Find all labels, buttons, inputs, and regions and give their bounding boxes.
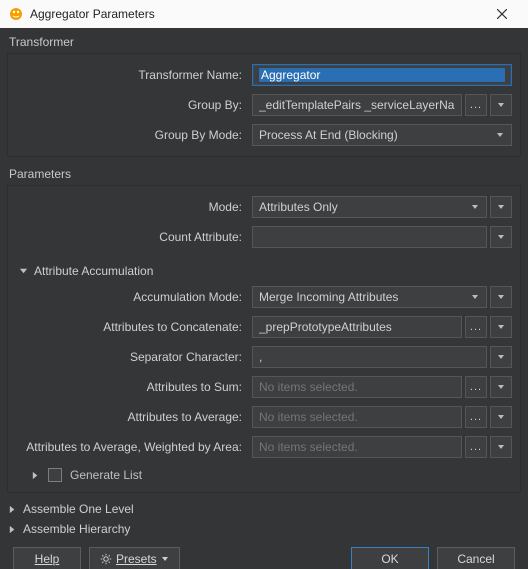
- label-group-by: Group By:: [16, 98, 252, 112]
- row-accum-mode: Accumulation Mode: Merge Incoming Attrib…: [16, 284, 512, 310]
- concat-input-field[interactable]: [259, 320, 455, 334]
- expand-icon[interactable]: [30, 470, 40, 480]
- sum-menu-button[interactable]: [490, 376, 512, 398]
- row-avg: Attributes to Average: ...: [16, 404, 512, 430]
- mode-value: Attributes Only: [259, 200, 338, 214]
- transformer-panel-title: Transformer: [7, 33, 521, 53]
- avg-input[interactable]: [252, 406, 462, 428]
- app-icon: [8, 6, 24, 22]
- label-sep: Separator Character:: [16, 350, 252, 364]
- row-concat: Attributes to Concatenate: ...: [16, 314, 512, 340]
- expand-icon: [7, 504, 17, 514]
- help-button[interactable]: Help: [13, 547, 81, 569]
- row-sep: Separator Character:: [16, 344, 512, 370]
- chevron-down-icon: [161, 555, 169, 563]
- section-attribute-accumulation[interactable]: Attribute Accumulation: [16, 260, 512, 284]
- avg-area-input[interactable]: [252, 436, 462, 458]
- chevron-down-icon: [470, 203, 480, 211]
- row-count-attr: Count Attribute:: [16, 224, 512, 250]
- sep-input-field[interactable]: [259, 350, 480, 364]
- accum-mode-value: Merge Incoming Attributes: [259, 290, 398, 304]
- sep-input[interactable]: [252, 346, 487, 368]
- row-group-by-mode: Group By Mode: Process At End (Blocking): [16, 122, 512, 148]
- label-avg-area: Attributes to Average, Weighted by Area:: [16, 440, 252, 454]
- titlebar: Aggregator Parameters: [0, 0, 528, 28]
- sum-input[interactable]: [252, 376, 462, 398]
- transformer-panel: Transformer Transformer Name: Group By:: [7, 33, 521, 157]
- mode-select[interactable]: Attributes Only: [252, 196, 487, 218]
- count-attr-menu-button[interactable]: [490, 226, 512, 248]
- generate-list-checkbox[interactable]: [48, 468, 62, 482]
- presets-button-label: Presets: [116, 552, 157, 566]
- window-title: Aggregator Parameters: [30, 7, 484, 21]
- mode-menu-button[interactable]: [490, 196, 512, 218]
- label-count-attr: Count Attribute:: [16, 230, 252, 244]
- row-transformer-name: Transformer Name:: [16, 62, 512, 88]
- label-sum: Attributes to Sum:: [16, 380, 252, 394]
- client-area: Transformer Transformer Name: Group By:: [0, 28, 528, 569]
- expand-icon: [7, 524, 17, 534]
- dialog-footer: Help Presets OK Cancel: [3, 539, 525, 569]
- group-by-browse-button[interactable]: ...: [465, 94, 487, 116]
- chevron-down-icon: [495, 131, 505, 139]
- parameters-panel-body: Mode: Attributes Only Count Attribute:: [7, 185, 521, 493]
- label-mode: Mode:: [16, 200, 252, 214]
- cancel-button[interactable]: Cancel: [437, 547, 515, 569]
- dialog-window: Aggregator Parameters Transformer Transf…: [0, 0, 528, 569]
- concat-input[interactable]: [252, 316, 462, 338]
- row-generate-list: Generate List: [16, 464, 512, 484]
- sum-input-field[interactable]: [259, 380, 455, 394]
- label-avg: Attributes to Average:: [16, 410, 252, 424]
- avg-area-browse-button[interactable]: ...: [465, 436, 487, 458]
- generate-list-label: Generate List: [70, 468, 142, 482]
- avg-browse-button[interactable]: ...: [465, 406, 487, 428]
- transformer-name-input-field[interactable]: [259, 68, 505, 82]
- section-assemble-hierarchy[interactable]: Assemble Hierarchy: [3, 519, 525, 539]
- label-accum-mode: Accumulation Mode:: [16, 290, 252, 304]
- help-button-label: Help: [35, 552, 60, 566]
- avg-area-menu-button[interactable]: [490, 436, 512, 458]
- parameters-panel-title: Parameters: [7, 165, 521, 185]
- concat-browse-button[interactable]: ...: [465, 316, 487, 338]
- count-attr-input[interactable]: [252, 226, 487, 248]
- close-button[interactable]: [484, 0, 520, 28]
- avg-input-field[interactable]: [259, 410, 455, 424]
- sep-menu-button[interactable]: [490, 346, 512, 368]
- group-by-menu-button[interactable]: [490, 94, 512, 116]
- row-mode: Mode: Attributes Only: [16, 194, 512, 220]
- ok-button-label: OK: [381, 552, 398, 566]
- accum-mode-select[interactable]: Merge Incoming Attributes: [252, 286, 487, 308]
- presets-button[interactable]: Presets: [89, 547, 180, 569]
- expand-icon: [18, 266, 28, 276]
- avg-menu-button[interactable]: [490, 406, 512, 428]
- concat-menu-button[interactable]: [490, 316, 512, 338]
- assemble-one-level-label: Assemble One Level: [23, 502, 134, 516]
- sum-browse-button[interactable]: ...: [465, 376, 487, 398]
- row-sum: Attributes to Sum: ...: [16, 374, 512, 400]
- ok-button[interactable]: OK: [351, 547, 429, 569]
- section-assemble-one-level[interactable]: Assemble One Level: [3, 499, 525, 519]
- label-concat: Attributes to Concatenate:: [16, 320, 252, 334]
- label-transformer-name: Transformer Name:: [16, 68, 252, 82]
- row-group-by: Group By: ...: [16, 92, 512, 118]
- assemble-hierarchy-label: Assemble Hierarchy: [23, 522, 130, 536]
- group-by-input-field[interactable]: [259, 98, 455, 112]
- group-by-mode-value: Process At End (Blocking): [259, 128, 398, 142]
- transformer-panel-body: Transformer Name: Group By: ...: [7, 53, 521, 157]
- accum-mode-menu-button[interactable]: [490, 286, 512, 308]
- cancel-button-label: Cancel: [457, 552, 494, 566]
- label-group-by-mode: Group By Mode:: [16, 128, 252, 142]
- group-by-input[interactable]: [252, 94, 462, 116]
- row-avg-area: Attributes to Average, Weighted by Area:…: [16, 434, 512, 460]
- group-by-mode-select[interactable]: Process At End (Blocking): [252, 124, 512, 146]
- parameters-panel: Parameters Mode: Attributes Only Count A…: [7, 165, 521, 493]
- section-attribute-accumulation-label: Attribute Accumulation: [34, 264, 153, 278]
- gear-icon: [100, 553, 112, 565]
- transformer-name-input[interactable]: [252, 64, 512, 86]
- count-attr-input-field[interactable]: [259, 230, 480, 244]
- avg-area-input-field[interactable]: [259, 440, 455, 454]
- chevron-down-icon: [470, 293, 480, 301]
